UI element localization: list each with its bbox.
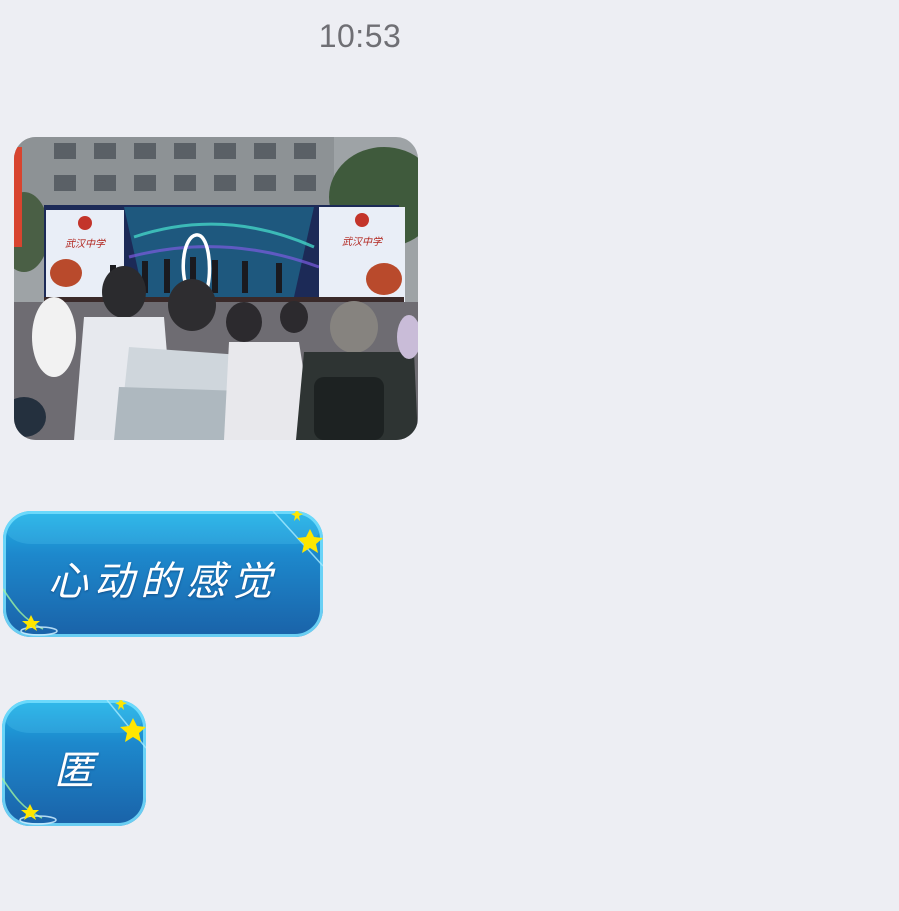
chat-bubble[interactable]: 匿 bbox=[2, 700, 146, 826]
chat-bubble[interactable]: 心动的感觉 bbox=[3, 511, 323, 637]
star-icon bbox=[21, 804, 39, 820]
photo-message[interactable]: 武汉中学 武汉中学 bbox=[14, 137, 418, 440]
stage-banner-text-right: 武汉中学 bbox=[342, 236, 383, 248]
message-text: 匿 bbox=[54, 748, 94, 794]
star-icon bbox=[22, 615, 40, 631]
message-timestamp: 10:53 bbox=[318, 18, 402, 54]
stage-banner-text-left: 武汉中学 bbox=[65, 238, 106, 250]
chat-view: 10:53 武汉中学 武汉中学 心动的感觉 匿 bbox=[0, 0, 899, 911]
event-photo: 武汉中学 武汉中学 bbox=[14, 137, 418, 440]
message-text: 心动的感觉 bbox=[48, 559, 278, 605]
